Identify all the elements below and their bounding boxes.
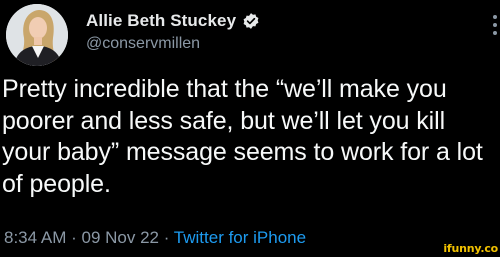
meta-separator: · xyxy=(158,228,174,247)
name-row: Allie Beth Stuckey xyxy=(86,10,260,32)
more-options-icon[interactable] xyxy=(492,14,498,36)
ifunny-watermark: ifunny.co xyxy=(443,242,498,255)
tweet-date[interactable]: 09 Nov 22 xyxy=(81,228,159,247)
profile-photo-icon xyxy=(6,4,68,66)
tweet-meta: 8:34 AM · 09 Nov 22 · Twitter for iPhone xyxy=(4,228,306,248)
verified-badge-icon xyxy=(242,12,260,30)
tweet-source-link[interactable]: Twitter for iPhone xyxy=(174,228,306,247)
display-name[interactable]: Allie Beth Stuckey xyxy=(86,11,236,31)
tweet-text: Pretty incredible that the “we’ll make y… xyxy=(2,75,483,198)
tweet-card: Allie Beth Stuckey @conservmillen Pretty… xyxy=(0,0,500,257)
avatar[interactable] xyxy=(6,4,68,66)
user-handle[interactable]: @conservmillen xyxy=(86,35,200,53)
meta-separator: · xyxy=(66,228,82,247)
tweet-time[interactable]: 8:34 AM xyxy=(4,228,66,247)
